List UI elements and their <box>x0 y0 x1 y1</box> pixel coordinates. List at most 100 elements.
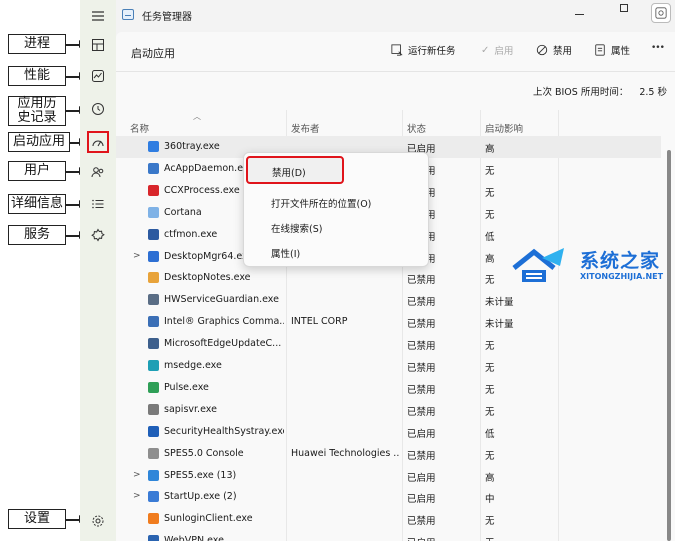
app-icon <box>148 206 159 218</box>
row-name: SecurityHealthSystray.exe <box>164 425 284 437</box>
row-name: 360tray.exe <box>164 141 220 152</box>
window-title: 任务管理器 <box>142 12 192 23</box>
services-icon[interactable] <box>88 225 108 245</box>
row-impact: 高 <box>485 472 495 484</box>
app-icon <box>148 294 159 306</box>
row-name: SunloginClient.exe <box>164 513 253 525</box>
table-row[interactable]: sapisvr.exe 已禁用 无 <box>116 399 661 421</box>
row-name: SPES5.0 Console <box>164 447 244 459</box>
disable-button[interactable]: 禁用 <box>536 43 572 57</box>
row-name: sapisvr.exe <box>164 403 217 415</box>
expand-chevron-icon[interactable]: > <box>133 491 141 501</box>
details-icon[interactable] <box>88 194 108 214</box>
app-icon <box>148 425 159 437</box>
row-name: HWServiceGuardian.exe <box>164 294 279 306</box>
app-icon <box>148 141 159 152</box>
bios-time-label: 上次 BIOS 所用时间： <box>532 87 629 98</box>
more-options-icon[interactable]: ••• <box>651 43 665 53</box>
row-impact: 无 <box>485 450 495 462</box>
efficiency-mode-icon[interactable] <box>651 3 671 23</box>
row-status: 已启用 <box>407 428 436 440</box>
properties-icon <box>595 44 605 56</box>
disable-label: 禁用 <box>553 46 573 57</box>
app-icon <box>148 381 159 393</box>
table-row[interactable]: SecurityHealthSystray.exe 已启用 低 <box>116 421 661 443</box>
context-menu-item-properties[interactable]: 属性(I) <box>271 246 300 260</box>
expand-chevron-icon[interactable]: > <box>133 251 141 261</box>
row-impact: 无 <box>485 209 495 221</box>
app-history-icon[interactable] <box>88 99 108 119</box>
processes-icon[interactable] <box>88 35 108 55</box>
row-name: msedge.exe <box>164 360 222 371</box>
app-icon <box>148 316 159 328</box>
row-status: 已禁用 <box>407 275 436 287</box>
app-icon <box>148 272 159 284</box>
minimize-icon[interactable] <box>575 14 584 15</box>
row-impact: 无 <box>485 275 495 287</box>
app-icon <box>148 403 159 415</box>
column-header-publisher[interactable]: 发布者 <box>291 121 320 135</box>
app-icon <box>148 447 159 459</box>
run-task-icon <box>391 44 403 56</box>
column-header-impact[interactable]: 启动影响 <box>485 121 523 135</box>
row-impact: 中 <box>485 494 495 506</box>
row-status: 已禁用 <box>407 384 436 396</box>
app-icon <box>148 184 159 196</box>
row-impact: 无 <box>485 363 495 374</box>
vertical-scrollbar[interactable] <box>667 150 671 541</box>
table-row[interactable]: WebVPN.exe 已启用 无 <box>116 530 661 541</box>
column-header-status[interactable]: 状态 <box>407 121 426 135</box>
row-impact: 未计量 <box>485 297 514 309</box>
column-header-name[interactable]: 名称 <box>130 121 149 135</box>
settings-gear-icon[interactable] <box>88 511 108 531</box>
table-row[interactable]: msedge.exe 已禁用 无 <box>116 355 661 377</box>
context-menu: 禁用(D) 打开文件所在的位置(O) 在线搜索(S) 属性(I) <box>243 152 429 267</box>
row-name: MicrosoftEdgeUpdateC... <box>164 338 282 350</box>
screenshot-root: 进程 性能 应用历史记录 启动应用 用户 详细信息 服务 设置 任务管理器 启动… <box>0 0 675 541</box>
users-icon[interactable] <box>88 162 108 182</box>
annotation-settings: 设置 <box>8 509 66 529</box>
table-row[interactable]: Intel® Graphics Comma... INTEL CORP 已禁用 未计量 <box>116 311 661 333</box>
row-publisher: INTEL CORP <box>291 316 348 328</box>
context-menu-item-search-online[interactable]: 在线搜索(S) <box>271 221 322 235</box>
row-impact: 无 <box>485 406 495 418</box>
app-icon <box>148 469 159 481</box>
task-manager-app-icon <box>122 9 134 20</box>
row-impact: 无 <box>485 384 495 396</box>
row-status: 已启用 <box>407 472 436 484</box>
context-menu-item-disable[interactable]: 禁用(D) <box>246 156 344 184</box>
performance-icon[interactable] <box>88 66 108 86</box>
maximize-icon[interactable] <box>620 4 628 12</box>
watermark: 系统之家 XITONGZHIJIA.NET <box>512 244 672 294</box>
table-row[interactable]: MicrosoftEdgeUpdateC... 已禁用 无 <box>116 333 661 355</box>
table-row[interactable]: Pulse.exe 已禁用 无 <box>116 377 661 399</box>
row-status: 已禁用 <box>407 406 436 418</box>
properties-label: 属性 <box>611 46 631 57</box>
run-new-task-button[interactable]: 运行新任务 <box>391 43 456 57</box>
row-impact: 低 <box>485 428 495 440</box>
properties-button[interactable]: 属性 <box>594 43 630 57</box>
context-menu-item-open-location[interactable]: 打开文件所在的位置(O) <box>271 196 371 210</box>
expand-chevron-icon[interactable]: > <box>133 470 141 480</box>
app-icon <box>148 513 159 525</box>
row-status: 已禁用 <box>407 297 436 309</box>
app-icon <box>148 535 159 541</box>
watermark-brand: 系统之家 <box>580 250 661 272</box>
enable-button[interactable]: ✓ 启用 <box>481 43 513 58</box>
annotation-users: 用户 <box>8 161 66 181</box>
startup-apps-icon[interactable] <box>87 131 109 153</box>
row-impact: 无 <box>485 341 495 353</box>
row-status: 已启用 <box>407 535 436 541</box>
sidebar <box>80 0 116 541</box>
app-icon <box>148 491 159 503</box>
annotation-app-history: 应用历史记录 <box>8 96 66 126</box>
table-row[interactable]: > StartUp.exe (2) 已启用 中 <box>116 486 661 508</box>
sort-ascending-icon: ︿ <box>193 112 201 121</box>
table-row[interactable]: > SPES5.exe (13) 已启用 高 <box>116 465 661 487</box>
disable-icon <box>536 44 548 56</box>
row-impact: 无 <box>485 187 495 199</box>
row-name: DesktopNotes.exe <box>164 272 251 284</box>
row-status: 已禁用 <box>407 450 436 462</box>
table-row[interactable]: SPES5.0 Console Huawei Technologies ... 已禁… <box>116 443 661 465</box>
table-row[interactable]: SunloginClient.exe 已禁用 无 <box>116 508 661 530</box>
